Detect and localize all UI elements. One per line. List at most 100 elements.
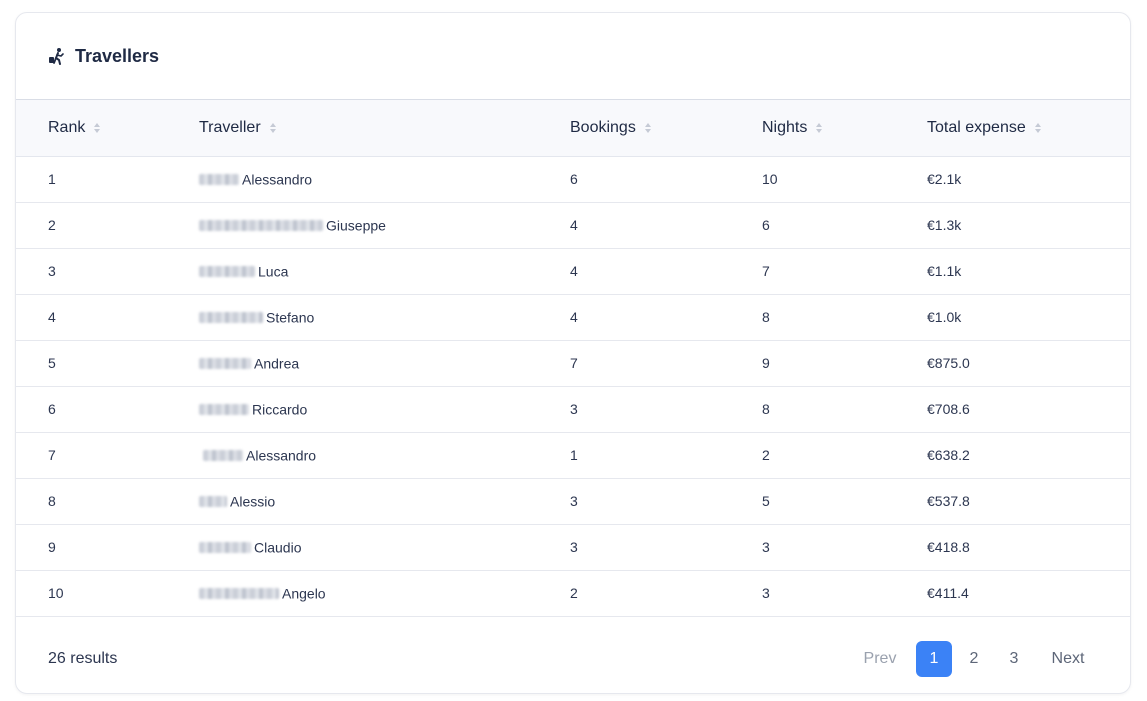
redacted-surname bbox=[199, 174, 239, 186]
bookings-cell: 3 bbox=[570, 493, 578, 509]
results-count: 26 results bbox=[48, 650, 118, 667]
travellers-card: Travellers Rank Traveller Bookings Night… bbox=[15, 12, 1131, 694]
redacted-surname bbox=[199, 496, 227, 508]
bookings-cell: 4 bbox=[570, 217, 578, 233]
table-row[interactable]: 9 Claudio 3 3 €418.8 bbox=[16, 524, 1130, 570]
traveller-cell: Andrea bbox=[199, 340, 570, 386]
bookings-cell: 1 bbox=[570, 447, 578, 463]
page-button-2[interactable]: 2 bbox=[956, 641, 992, 677]
nights-cell: 3 bbox=[762, 585, 770, 601]
table-header-row: Rank Traveller Bookings Nights Total exp… bbox=[16, 100, 1130, 156]
expense-cell: €638.2 bbox=[927, 447, 970, 463]
rank-cell: 7 bbox=[48, 447, 56, 463]
traveller-name: Claudio bbox=[254, 539, 302, 556]
bookings-cell: 4 bbox=[570, 263, 578, 279]
nights-cell: 7 bbox=[762, 263, 770, 279]
column-label: Rank bbox=[48, 118, 86, 136]
traveller-name: Alessandro bbox=[242, 171, 313, 188]
page-button-1[interactable]: 1 bbox=[916, 641, 952, 677]
traveller-cell: Riccardo bbox=[199, 386, 570, 432]
traveller-name: Andrea bbox=[254, 355, 300, 372]
traveller-name: Alessandro bbox=[246, 447, 317, 464]
next-page-button[interactable]: Next bbox=[1036, 641, 1086, 677]
rank-cell: 8 bbox=[48, 493, 56, 509]
expense-cell: €708.6 bbox=[927, 401, 970, 417]
column-label: Nights bbox=[762, 118, 808, 136]
rank-cell: 6 bbox=[48, 401, 56, 417]
traveller-name: Alessio bbox=[230, 493, 276, 510]
redacted-surname bbox=[199, 266, 255, 278]
bookings-cell: 4 bbox=[570, 309, 578, 325]
sort-icon[interactable] bbox=[94, 122, 101, 133]
column-header-total-expense[interactable]: Total expense bbox=[927, 100, 1130, 156]
table-row[interactable]: 6 Riccardo 3 8 €708.6 bbox=[16, 386, 1130, 432]
traveller-cell: Luca bbox=[199, 248, 570, 294]
bookings-cell: 6 bbox=[570, 171, 578, 187]
traveller-cell: Giuseppe bbox=[199, 202, 570, 248]
rank-cell: 1 bbox=[48, 171, 56, 187]
traveller-name: Luca bbox=[258, 263, 289, 280]
travellers-table: Rank Traveller Bookings Nights Total exp… bbox=[16, 100, 1130, 617]
table-row[interactable]: 5 Andrea 7 9 €875.0 bbox=[16, 340, 1130, 386]
card-header: Travellers bbox=[16, 13, 1130, 100]
nights-cell: 6 bbox=[762, 217, 770, 233]
expense-cell: €1.0k bbox=[927, 309, 962, 325]
traveller-cell: Angelo bbox=[199, 570, 570, 616]
bookings-cell: 7 bbox=[570, 355, 578, 371]
traveller-cell: Claudio bbox=[199, 524, 570, 570]
traveller-cell: Alessandro bbox=[199, 432, 570, 478]
table-row[interactable]: 1 Alessandro 6 10 €2.1k bbox=[16, 156, 1130, 202]
page-button-3[interactable]: 3 bbox=[996, 641, 1032, 677]
traveller-luggage-icon bbox=[48, 47, 66, 65]
redacted-surname bbox=[199, 312, 263, 324]
table-row[interactable]: 3 Luca 4 7 €1.1k bbox=[16, 248, 1130, 294]
redacted-surname bbox=[199, 220, 323, 232]
sort-icon[interactable] bbox=[269, 122, 276, 133]
nights-cell: 5 bbox=[762, 493, 770, 509]
redacted-surname bbox=[203, 450, 243, 462]
expense-cell: €1.3k bbox=[927, 217, 962, 233]
redacted-surname bbox=[199, 404, 249, 416]
bookings-cell: 3 bbox=[570, 401, 578, 417]
column-label: Bookings bbox=[570, 118, 636, 136]
traveller-name: Giuseppe bbox=[326, 217, 386, 234]
column-header-nights[interactable]: Nights bbox=[762, 100, 927, 156]
table-row[interactable]: 7 Alessandro 1 2 €638.2 bbox=[16, 432, 1130, 478]
expense-cell: €411.4 bbox=[927, 585, 969, 601]
column-label: Traveller bbox=[199, 118, 261, 136]
card-title: Travellers bbox=[75, 45, 160, 66]
bookings-cell: 2 bbox=[570, 585, 578, 601]
traveller-cell: Alessandro bbox=[199, 156, 570, 202]
traveller-name: Riccardo bbox=[252, 401, 308, 418]
table-row[interactable]: 4 Stefano 4 8 €1.0k bbox=[16, 294, 1130, 340]
table-footer: 26 results Prev 1 2 3 Next bbox=[16, 625, 1130, 693]
traveller-cell: Stefano bbox=[199, 294, 570, 340]
sort-icon[interactable] bbox=[816, 122, 823, 133]
table-row[interactable]: 10 Angelo 2 3 €411.4 bbox=[16, 570, 1130, 616]
traveller-name: Angelo bbox=[282, 585, 326, 602]
table-row[interactable]: 8 Alessio 3 5 €537.8 bbox=[16, 478, 1130, 524]
nights-cell: 10 bbox=[762, 171, 778, 187]
rank-cell: 10 bbox=[48, 585, 64, 601]
rank-cell: 2 bbox=[48, 217, 56, 233]
expense-cell: €418.8 bbox=[927, 539, 970, 555]
expense-cell: €537.8 bbox=[927, 493, 970, 509]
prev-page-button[interactable]: Prev bbox=[862, 641, 912, 677]
sort-icon[interactable] bbox=[1034, 122, 1041, 133]
rank-cell: 9 bbox=[48, 539, 56, 555]
traveller-cell: Alessio bbox=[199, 478, 570, 524]
table-row[interactable]: 2 Giuseppe 4 6 €1.3k bbox=[16, 202, 1130, 248]
nights-cell: 3 bbox=[762, 539, 770, 555]
column-header-bookings[interactable]: Bookings bbox=[570, 100, 762, 156]
nights-cell: 8 bbox=[762, 309, 770, 325]
traveller-name: Stefano bbox=[266, 309, 315, 326]
column-header-rank[interactable]: Rank bbox=[16, 100, 199, 156]
rank-cell: 4 bbox=[48, 309, 56, 325]
nights-cell: 9 bbox=[762, 355, 770, 371]
redacted-surname bbox=[199, 358, 251, 370]
sort-icon[interactable] bbox=[644, 122, 651, 133]
bookings-cell: 3 bbox=[570, 539, 578, 555]
column-label: Total expense bbox=[927, 118, 1026, 136]
expense-cell: €1.1k bbox=[927, 263, 962, 279]
column-header-traveller[interactable]: Traveller bbox=[199, 100, 570, 156]
